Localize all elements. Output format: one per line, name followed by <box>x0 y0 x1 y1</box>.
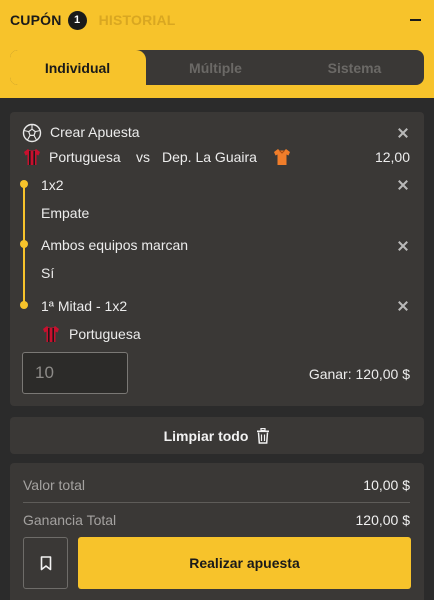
stake-input[interactable] <box>22 352 128 394</box>
coupon-header: CUPÓN 1 HISTORIAL Individual Múltiple Si… <box>0 0 434 98</box>
selection-pick: Sí <box>41 265 55 281</box>
potential-win: Ganar: 120,00 $ <box>308 366 410 382</box>
bet-odds: 12,00 <box>374 149 410 165</box>
gain-value: 120,00 $ <box>355 512 411 528</box>
remove-bet-icon[interactable] <box>398 128 408 138</box>
home-team-shirt-icon <box>43 326 59 342</box>
home-team-shirt-icon <box>24 149 40 165</box>
tab-history[interactable]: HISTORIAL <box>99 12 176 28</box>
bet-title: Crear Apuesta <box>50 124 140 140</box>
total-value: 10,00 $ <box>363 477 410 493</box>
summary-gain-row: Ganancia Total 120,00 $ <box>23 512 410 528</box>
bet-card: Crear Apuesta Portuguesa vs Dep. La Guai… <box>10 112 424 406</box>
clear-all-label: Limpiar todo <box>163 427 249 444</box>
clear-all-button[interactable]: Limpiar todo <box>10 417 424 454</box>
selection-market: 1x2 <box>41 177 64 193</box>
tab-coupon[interactable]: CUPÓN <box>10 12 62 28</box>
collapse-icon[interactable] <box>410 19 421 21</box>
away-team-shirt-icon <box>274 149 290 165</box>
soccer-ball-icon <box>22 123 42 143</box>
bet-type-system[interactable]: Sistema <box>285 50 424 85</box>
top-tabs: CUPÓN 1 HISTORIAL <box>10 9 176 31</box>
save-bet-button[interactable] <box>23 537 68 589</box>
gain-label: Ganancia Total <box>23 512 117 528</box>
coupon-count-badge: 1 <box>67 10 87 30</box>
bet-type-multiple[interactable]: Múltiple <box>146 50 285 85</box>
bet-summary: Valor total 10,00 $ Ganancia Total 120,0… <box>10 463 424 600</box>
remove-selection-icon[interactable] <box>398 301 408 311</box>
selection-dot <box>20 240 28 248</box>
summary-divider <box>23 502 410 503</box>
selection-pick: Empate <box>41 205 90 221</box>
remove-selection-icon[interactable] <box>398 241 408 251</box>
place-bet-button[interactable]: Realizar apuesta <box>78 537 411 589</box>
summary-total-row: Valor total 10,00 $ <box>23 477 410 493</box>
home-team-name: Portuguesa <box>49 149 121 165</box>
remove-selection-icon[interactable] <box>398 180 408 190</box>
selection-pick: Portuguesa <box>69 326 141 342</box>
selection-dot <box>20 301 28 309</box>
away-team-name: Dep. La Guaira <box>162 149 257 165</box>
selection-dot <box>20 180 28 188</box>
bookmark-icon <box>40 555 51 570</box>
bet-type-selector: Individual Múltiple Sistema <box>10 50 424 85</box>
selection-market: 1ª Mitad - 1x2 <box>41 298 128 314</box>
total-label: Valor total <box>23 477 85 493</box>
vs-label: vs <box>136 149 150 165</box>
selection-market: Ambos equipos marcan <box>41 237 189 253</box>
trash-icon <box>257 427 270 444</box>
bet-type-individual[interactable]: Individual <box>10 50 146 85</box>
